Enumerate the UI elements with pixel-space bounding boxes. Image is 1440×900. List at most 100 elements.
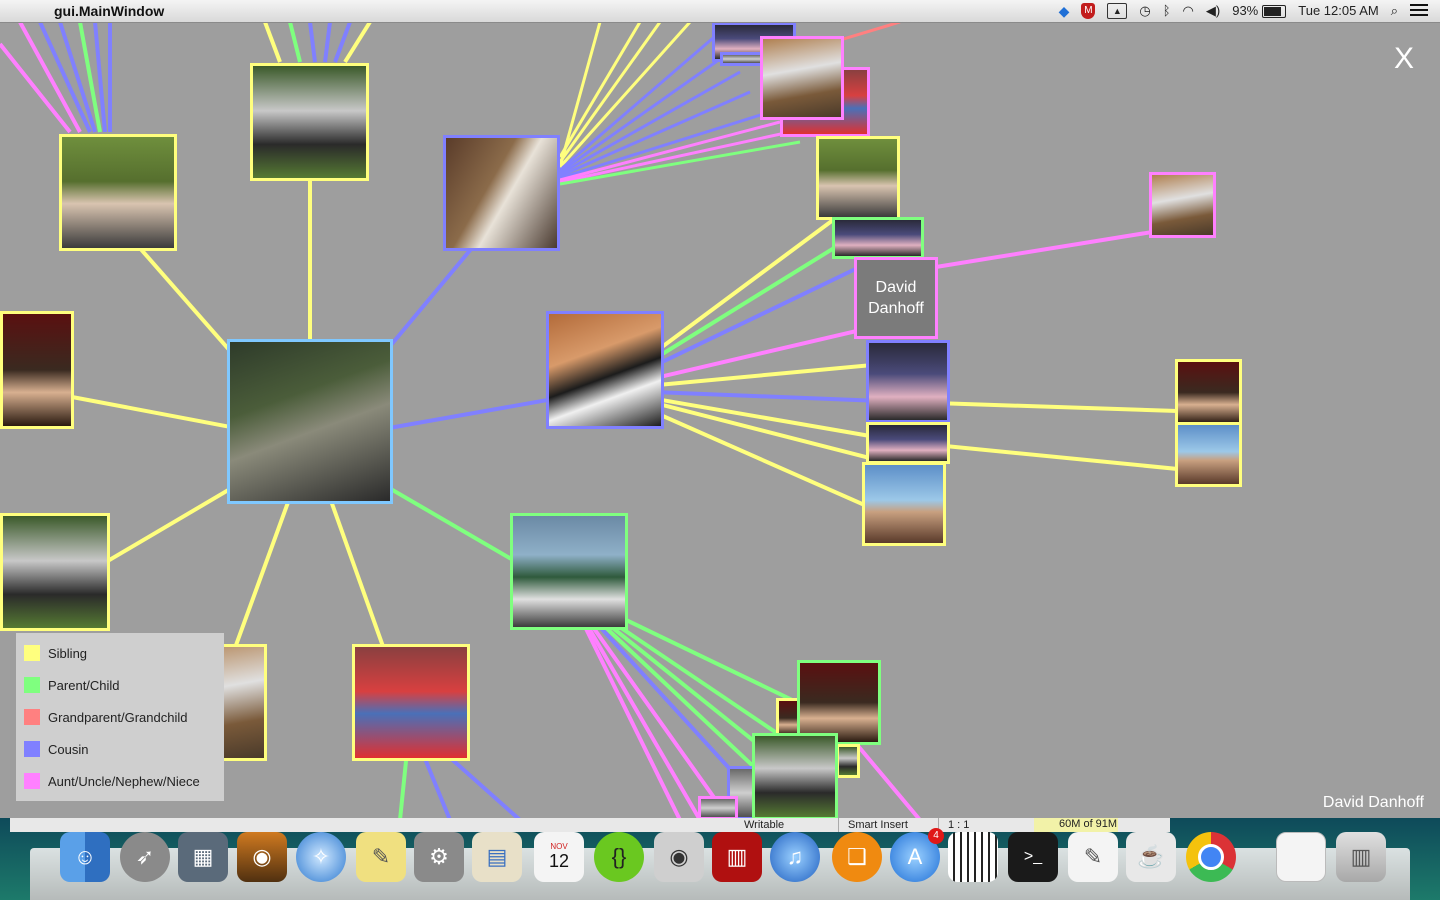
launchpad-icon[interactable]: ➶ [120,832,170,882]
calendar-icon[interactable]: NOV 12 [534,832,584,882]
status-insert-mode: Smart Insert [848,819,908,831]
person-node[interactable] [832,217,924,259]
person-photo [869,343,947,420]
legend-label: Grandparent/Grandchild [48,709,188,725]
person-node[interactable] [1175,422,1242,487]
person-node[interactable] [698,796,738,820]
person-node[interactable] [1175,359,1242,426]
relationship-legend: Sibling Parent/Child Grandparent/Grandch… [16,633,224,801]
legend-item-grandparent: Grandparent/Grandchild [24,709,187,725]
photo-booth-icon[interactable]: ▥ [712,832,762,882]
notification-list-icon[interactable] [1410,4,1428,18]
person-node[interactable] [836,744,860,778]
hover-name-tooltip[interactable]: David Danhoff [854,257,938,339]
person-node[interactable] [0,513,110,631]
legend-swatch [24,645,40,661]
person-photo [3,314,71,426]
person-photo [1152,175,1213,235]
person-photo [839,747,857,775]
wifi-icon[interactable]: ◠ [1183,2,1194,20]
facetime-icon[interactable]: ◉ [654,832,704,882]
person-photo [355,647,467,758]
person-node[interactable] [1149,172,1216,238]
legend-item-sibling: Sibling [24,645,87,661]
system-preferences-icon[interactable]: ⚙ [414,832,464,882]
app-name-menu[interactable]: gui.MainWindow [54,3,164,19]
legend-swatch [24,741,40,757]
clock[interactable]: Tue 12:05 AM [1298,2,1378,20]
person-node[interactable] [862,462,946,546]
person-photo [763,39,841,117]
volume-icon[interactable]: ◀) [1206,2,1220,20]
spotlight-icon[interactable]: ⌕ [1391,2,1398,20]
editor-status-bar: Writable Smart Insert 1 : 1 60M of 91M [10,818,1170,832]
person-node[interactable] [59,134,177,251]
legend-swatch [24,709,40,725]
legend-item-aunt-uncle: Aunt/Uncle/Nephew/Niece [24,773,200,789]
finder-icon[interactable]: ☺ [60,832,110,882]
person-photo [446,138,557,248]
edge-group-top-center [263,22,372,64]
person-photo [1178,362,1239,423]
person-photo [62,137,174,248]
person-node[interactable] [866,340,950,423]
safari-icon[interactable]: ✧ [296,832,346,882]
person-photo [230,342,390,501]
iphoto-icon[interactable]: ◉ [237,832,287,882]
status-writable: Writable [744,819,785,831]
calendar-month: NOV [550,842,568,851]
legend-item-cousin: Cousin [24,741,88,757]
script-editor-icon[interactable]: ☕ [1126,832,1176,882]
legend-label: Aunt/Uncle/Nephew/Niece [48,773,200,789]
time-machine-icon[interactable]: ◷ [1139,2,1150,20]
edge-group-right [904,225,1209,474]
person-photo [800,663,878,742]
person-node[interactable] [866,422,950,464]
battery-percent[interactable]: 93% [1232,2,1258,20]
close-button[interactable]: X [1394,42,1414,76]
textedit-icon[interactable]: ✎ [1068,832,1118,882]
person-node[interactable] [760,36,844,120]
ibooks-icon[interactable]: ❑ [832,832,882,882]
person-photo [253,66,366,178]
photo-browser-icon[interactable]: ▦ [178,832,228,882]
status-memory[interactable]: 60M of 91M [1034,818,1118,832]
person-node[interactable] [752,733,838,820]
person-photo [869,425,947,461]
bluetooth-icon[interactable]: ᛒ [1163,2,1171,20]
menu-extras: ◆ M ▲ ◷ ᛒ ◠ ◀) 93% Tue 12:05 AM ⌕ [1047,2,1428,20]
menu-bar: gui.MainWindow ◆ M ▲ ◷ ᛒ ◠ ◀) 93% Tue 12… [0,0,1440,23]
battery-icon[interactable] [1262,4,1287,18]
calendar-day: 12 [548,851,570,871]
preview-icon[interactable]: ▤ [472,832,522,882]
person-node[interactable] [0,311,74,429]
terminal-icon[interactable]: >_ [1008,832,1058,882]
person-node[interactable] [546,311,664,429]
legend-label: Parent/Child [48,677,120,693]
person-node[interactable] [250,63,369,181]
airplay-icon[interactable]: ▲ [1107,3,1128,19]
person-photo [549,314,661,426]
code-editor-icon[interactable]: {} [594,832,644,882]
documents-stack-icon[interactable] [1276,832,1326,882]
status-cursor-position: 1 : 1 [948,819,970,831]
person-photo [1178,425,1239,484]
status-divider [838,818,839,832]
person-node[interactable] [816,136,900,220]
person-node[interactable] [352,644,470,761]
itunes-icon[interactable]: ♫ [770,832,820,882]
person-node[interactable] [510,513,628,630]
person-node[interactable] [443,135,560,251]
garageband-icon[interactable] [948,832,998,882]
shield-icon[interactable]: M [1081,3,1096,19]
person-photo [3,516,107,628]
edge-group-top-left [0,22,112,134]
selected-person-node[interactable] [227,339,393,504]
person-photo [513,516,625,627]
stickies-icon[interactable]: ✎ [356,832,406,882]
legend-label: Sibling [48,645,88,661]
app-store-icon[interactable]: A4 [890,828,944,882]
trash-icon[interactable]: ▥ [1336,832,1386,882]
dropbox-icon[interactable]: ◆ [1059,2,1070,20]
chrome-icon[interactable] [1186,832,1236,882]
